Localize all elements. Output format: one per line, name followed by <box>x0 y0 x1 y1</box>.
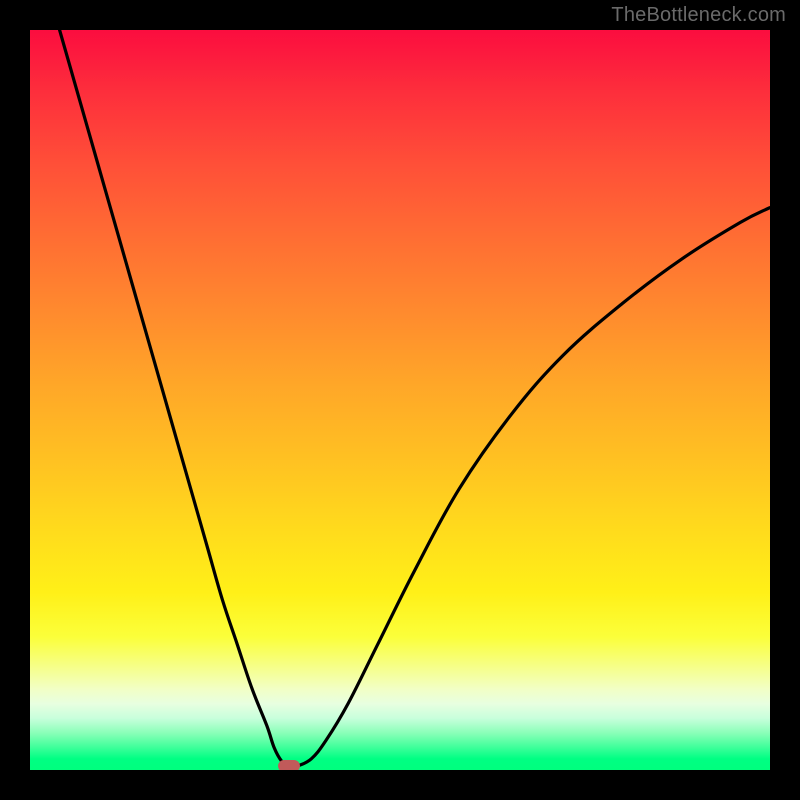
chart-frame: TheBottleneck.com <box>0 0 800 800</box>
curve-svg <box>30 30 770 770</box>
watermark-text: TheBottleneck.com <box>611 4 786 27</box>
plot-area <box>30 30 770 770</box>
curve-path <box>60 30 770 767</box>
minimum-marker <box>278 760 300 770</box>
